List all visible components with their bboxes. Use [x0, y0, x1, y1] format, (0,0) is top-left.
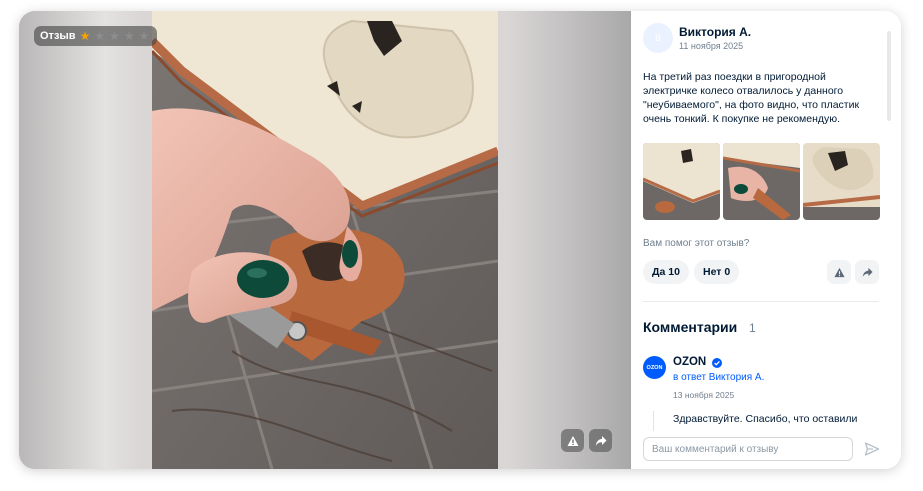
review-text: На третий раз поездки в пригородной элек…: [643, 71, 860, 125]
scrollbar-thumb[interactable]: [887, 31, 891, 121]
review-rating-tag: Отзыв ★ ★ ★ ★ ★: [34, 26, 158, 46]
comment-text: Здравствуйте. Спасибо, что оставили: [673, 413, 858, 425]
review-tag-label: Отзыв: [40, 30, 76, 42]
star-icon-empty: ★: [123, 29, 135, 43]
star-icon-empty: ★: [109, 29, 120, 43]
review-thumbnails: [643, 143, 880, 220]
share-media-button[interactable]: [589, 429, 612, 452]
review-thumbnail[interactable]: [803, 143, 880, 220]
share-icon: [595, 435, 606, 446]
helpful-question: Вам помог этот отзыв?: [643, 238, 750, 249]
comment-composer: [631, 431, 901, 469]
star-icon-empty: ★: [138, 29, 150, 43]
share-icon: [862, 267, 873, 277]
review-modal: Отзыв ★ ★ ★ ★ ★ В Виктория А. 11 ноября …: [19, 11, 901, 469]
report-media-button[interactable]: [561, 429, 584, 452]
vote-yes-button[interactable]: Да 10: [643, 260, 689, 284]
report-icon: [833, 267, 845, 277]
media-viewer: Отзыв ★ ★ ★ ★ ★: [19, 11, 631, 469]
vote-no-button[interactable]: Нет 0: [694, 260, 740, 284]
comment-author-logo: OZON: [643, 356, 666, 379]
report-review-button[interactable]: [827, 260, 851, 284]
review-panel: В Виктория А. 11 ноября 2025 На третий р…: [631, 11, 901, 469]
author-avatar: В: [643, 23, 673, 53]
comment-date: 13 ноября 2025: [673, 390, 735, 400]
star-icon-empty: ★: [94, 29, 106, 43]
review-date: 11 ноября 2025: [679, 41, 744, 51]
section-divider: [643, 301, 879, 302]
review-thumbnail[interactable]: [643, 143, 720, 220]
review-thumbnail[interactable]: [723, 143, 800, 220]
comments-title: Комментарии: [643, 319, 738, 335]
comment-thread-line: [653, 411, 654, 431]
comment-input[interactable]: [643, 437, 853, 461]
report-icon: [567, 435, 578, 446]
send-icon: [864, 442, 880, 456]
verified-badge-icon: [712, 358, 722, 368]
star-icon-filled: ★: [79, 29, 91, 43]
reply-to-link[interactable]: в ответ Виктория А.: [673, 372, 764, 383]
share-review-button[interactable]: [855, 260, 879, 284]
review-author: Виктория А.: [679, 25, 752, 39]
send-comment-button[interactable]: [862, 439, 882, 459]
review-photo: [152, 11, 498, 469]
review-scroll-area[interactable]: В Виктория А. 11 ноября 2025 На третий р…: [631, 11, 893, 431]
comment-author: OZON: [673, 356, 707, 368]
comments-count: 1: [749, 321, 756, 335]
